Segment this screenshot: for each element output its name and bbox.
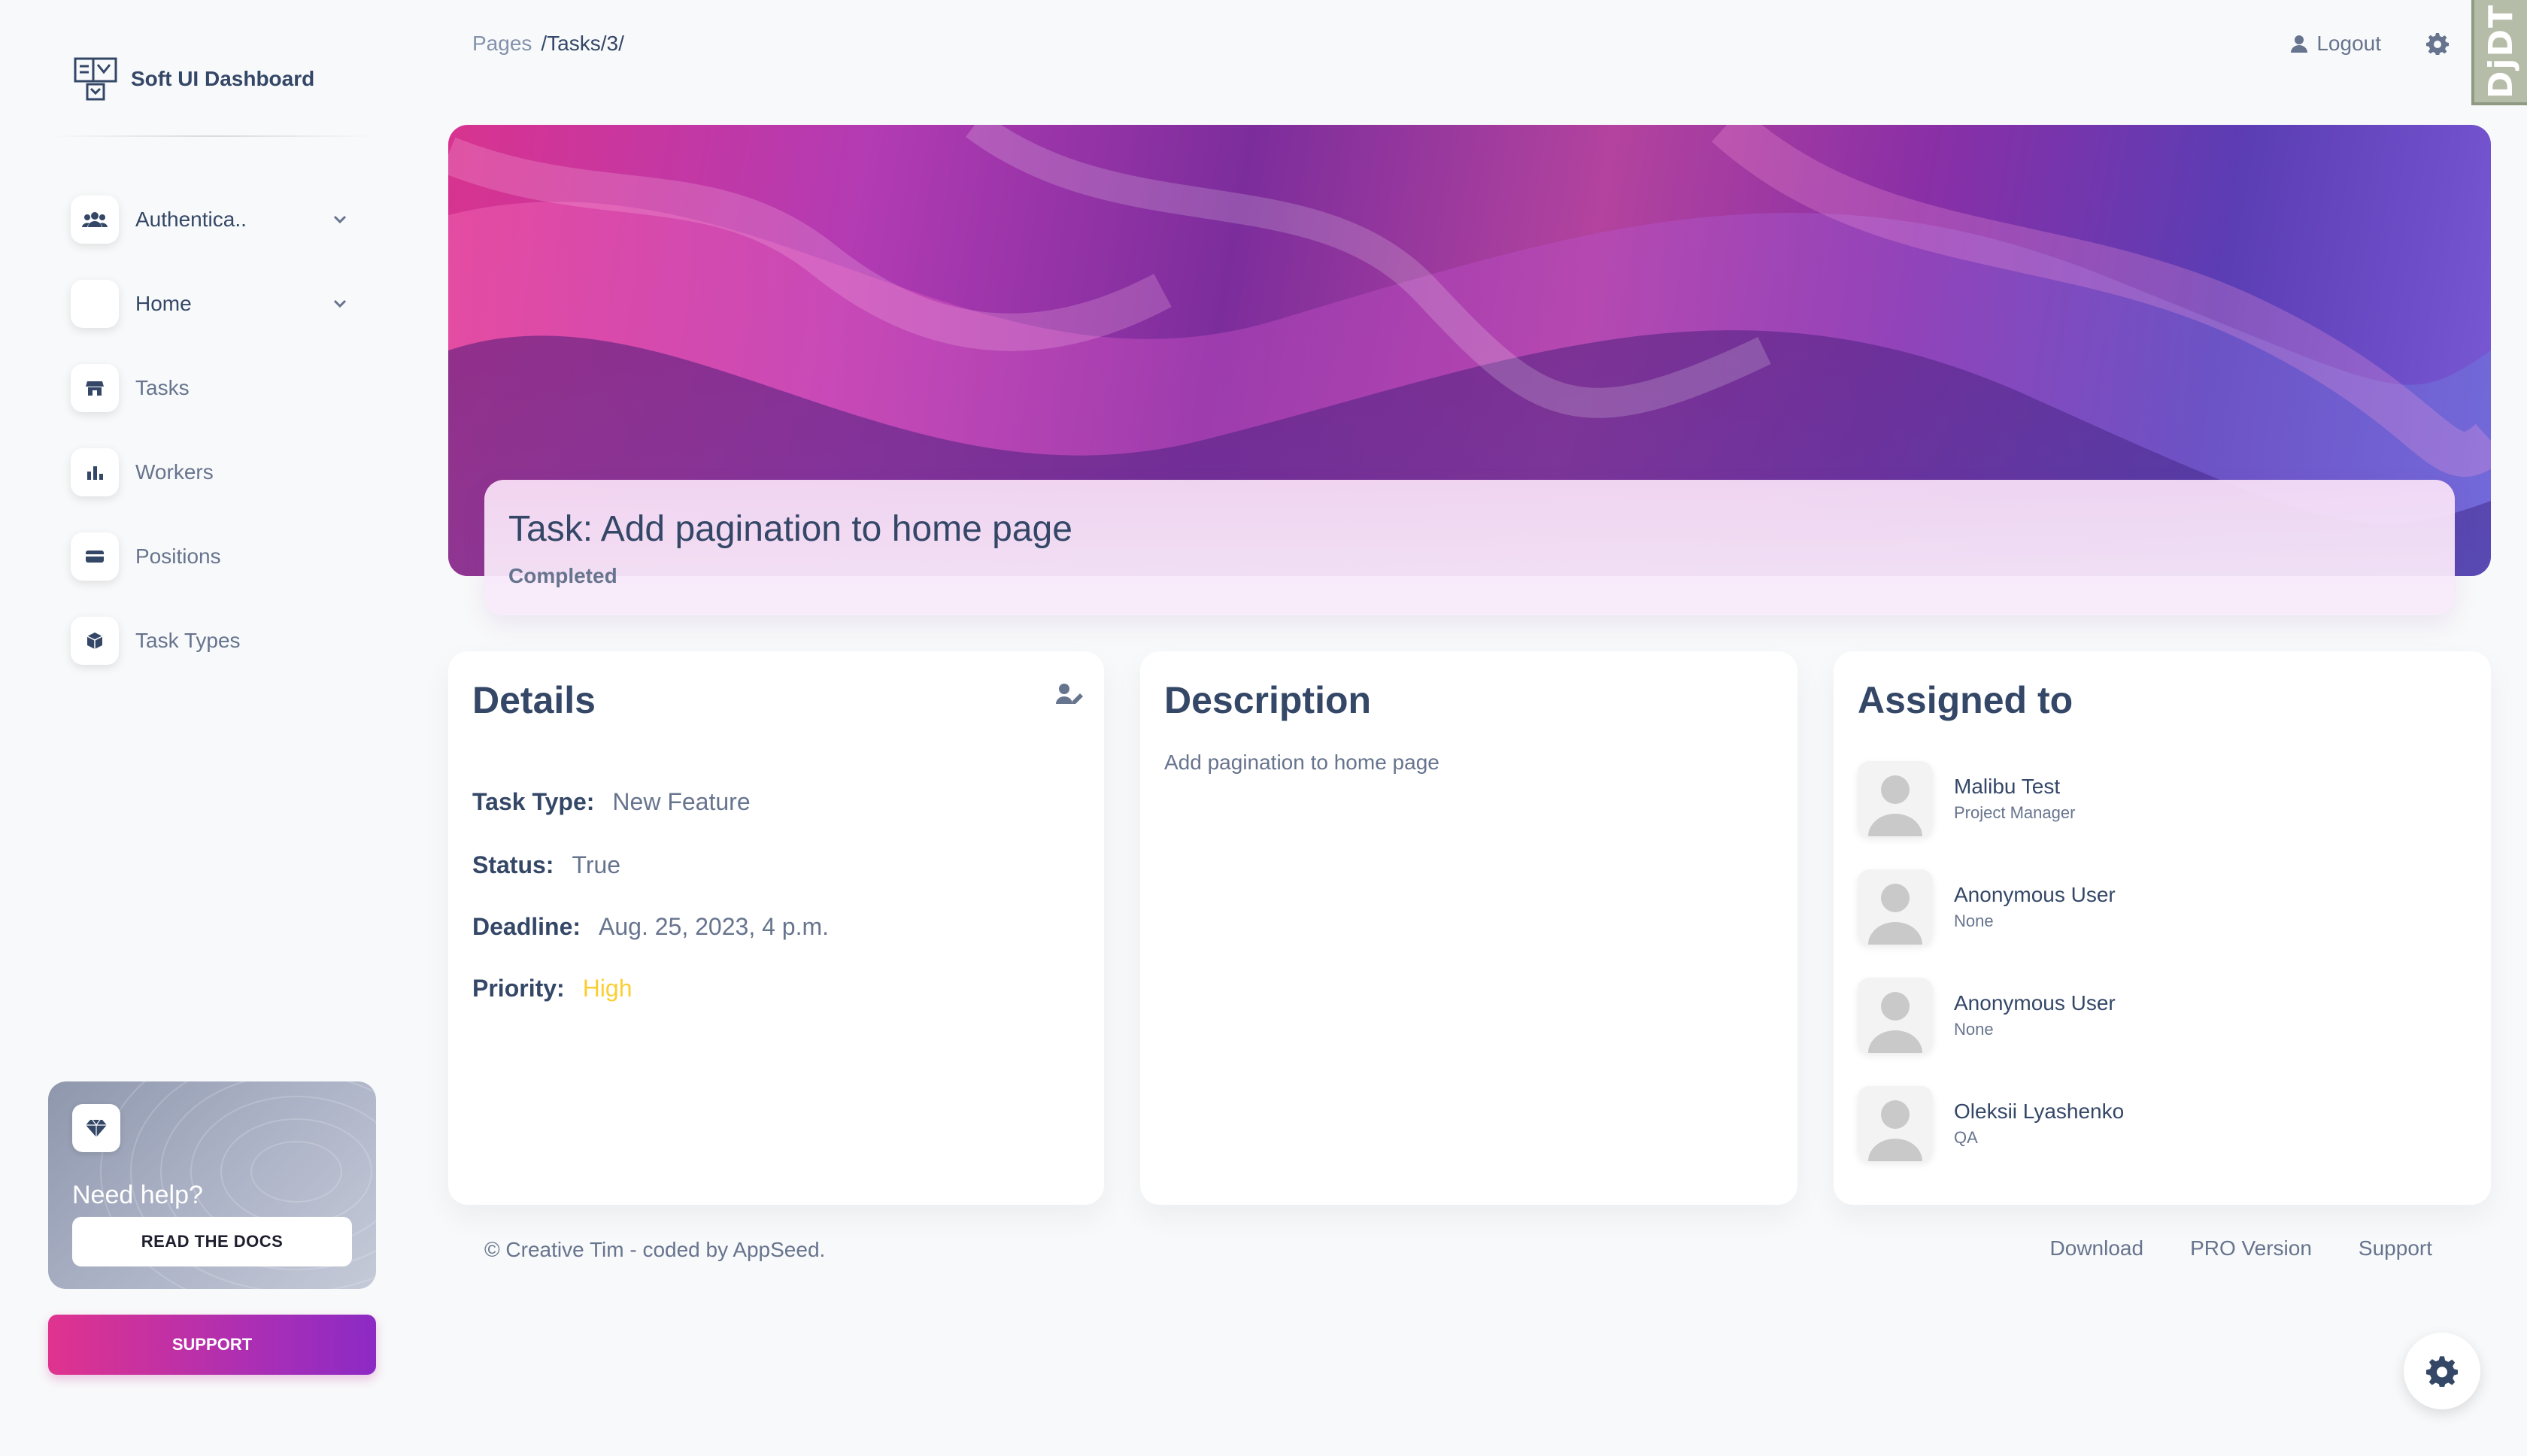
description-text: Add pagination to home page [1164,751,1439,774]
breadcrumb: Pages /Tasks/3/ [472,32,624,56]
user-icon [2291,35,2308,53]
detail-key: Deadline: [472,913,581,940]
chevron-down-icon [325,205,355,235]
footer-links: Download PRO Version Support [2050,1236,2432,1260]
support-button[interactable]: SUPPORT [48,1315,376,1375]
sidebar-item-label: Home [135,292,192,315]
avatar [1858,978,1933,1053]
breadcrumb-current: /Tasks/3/ [541,32,624,55]
diamond-icon [72,1104,120,1152]
sidebar-item-label: Task Types [135,629,241,652]
detail-value: True [572,851,621,878]
brand-name: Soft UI Dashboard [131,67,315,90]
sidebar-item-label: Workers [135,460,214,484]
read-docs-button[interactable]: READ THE DOCS [72,1217,352,1266]
assignee-role: None [1954,1020,1994,1039]
help-card: Need help? READ THE DOCS [48,1081,376,1289]
task-title: Task: Add pagination to home page [508,509,1072,549]
sidebar-nav: Authentica.. Home Tasks Workers Position… [50,177,373,683]
assignee-item[interactable]: Anonymous User None [1858,869,2116,945]
help-title: Need help? [72,1181,203,1209]
detail-value: New Feature [612,788,751,815]
detail-row-task-type: Task Type: New Feature [472,788,751,816]
task-header-card: Task: Add pagination to home page Comple… [484,480,2455,615]
assignee-name: Oleksii Lyashenko [1954,1100,2125,1123]
sidebar-item-positions[interactable]: Positions [50,514,373,599]
assignee-name: Anonymous User [1954,991,2116,1015]
sidebar-item-workers[interactable]: Workers [50,430,373,514]
assignee-item[interactable]: Anonymous User None [1858,978,2116,1053]
gear-icon [2426,1356,2458,1387]
details-title: Details [472,679,596,721]
sidebar: Soft UI Dashboard Authentica.. Home Task… [0,0,399,1456]
priority-value: High [582,975,633,1002]
sidebar-item-tasks[interactable]: Tasks [50,346,373,430]
description-title: Description [1164,679,1372,721]
brand-logo-icon [74,57,117,101]
detail-value: Aug. 25, 2023, 4 p.m. [599,913,830,940]
sidebar-item-task-types[interactable]: Task Types [50,599,373,683]
detail-key: Priority: [472,975,565,1002]
detail-key: Status: [472,851,554,878]
detail-row-priority: Priority: High [472,975,633,1003]
assigned-card: Assigned to Malibu Test Project Manager … [1834,651,2491,1205]
details-card: Details Task Type: New Feature Status: T… [448,651,1104,1205]
assignee-role: Project Manager [1954,803,2076,822]
chevron-down-icon [325,289,355,319]
assignee-name: Anonymous User [1954,883,2116,906]
copyright: © Creative Tim - coded by AppSeed. [484,1238,826,1261]
debug-toolbar-label: DjDT [2481,3,2520,99]
sidebar-item-label: Authentica.. [135,208,247,231]
brand-divider [48,135,379,137]
assignee-role: None [1954,912,1994,930]
brand[interactable]: Soft UI Dashboard [72,56,314,102]
breadcrumb-root[interactable]: Pages [472,32,532,56]
logout-label: Logout [2316,32,2381,55]
sidebar-item-home[interactable]: Home [50,262,373,346]
debug-toolbar-handle[interactable]: DjDT [2471,0,2527,105]
sidebar-item-label: Positions [135,544,221,568]
home-icon [71,280,119,328]
assignee-item[interactable]: Malibu Test Project Manager [1858,761,2075,836]
assignee-name: Malibu Test [1954,775,2061,798]
chart-icon [71,448,119,496]
avatar [1858,761,1933,836]
sidebar-item-authentication[interactable]: Authentica.. [50,177,373,262]
description-card: Description Add pagination to home page [1140,651,1797,1205]
logout-link[interactable]: Logout [2291,32,2381,56]
footer-link-download[interactable]: Download [2050,1236,2144,1260]
users-icon [71,196,119,244]
avatar [1858,869,1933,945]
box-icon [71,617,119,665]
footer-link-pro-version[interactable]: PRO Version [2190,1236,2312,1260]
footer-link-support[interactable]: Support [2359,1236,2432,1260]
settings-fab[interactable] [2404,1333,2480,1409]
user-edit-icon[interactable] [1056,683,1083,705]
assigned-title: Assigned to [1858,679,2073,721]
assignee-item[interactable]: Oleksii Lyashenko QA [1858,1086,2124,1161]
detail-row-deadline: Deadline: Aug. 25, 2023, 4 p.m. [472,913,829,941]
task-status: Completed [508,564,617,587]
detail-key: Task Type: [472,788,595,815]
gear-icon[interactable] [2426,32,2449,55]
shop-icon [71,364,119,412]
sidebar-item-label: Tasks [135,376,190,399]
detail-row-status: Status: True [472,851,620,879]
assignee-role: QA [1954,1128,1978,1147]
avatar [1858,1086,1933,1161]
credit-card-icon [71,532,119,581]
